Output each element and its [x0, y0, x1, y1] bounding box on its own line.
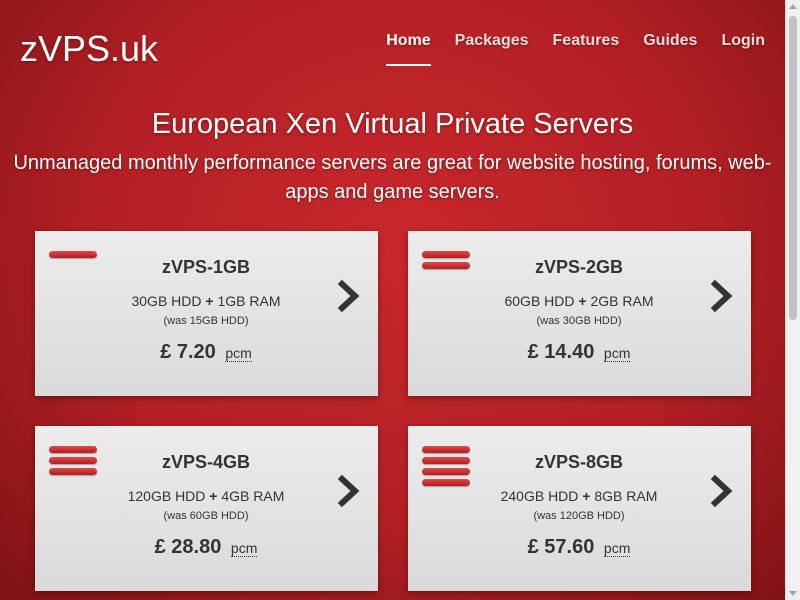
tier-bar [422, 251, 470, 258]
plan-price-value: £ 28.80 [154, 536, 222, 558]
plan-ram: 8GB RAM [594, 488, 658, 504]
plan-hdd: 60GB HDD [504, 293, 575, 309]
plan-hdd: 30GB HDD [131, 293, 202, 309]
plan-name: zVPS-4GB [161, 452, 251, 472]
plan-was-note: (was 120GB HDD) [533, 510, 625, 522]
tier-bar [422, 468, 470, 475]
plan-period: pcm [230, 540, 258, 557]
tier-bar [422, 457, 470, 464]
tier-bar [422, 479, 470, 486]
hero: European Xen Virtual Private Servers Unm… [0, 108, 785, 207]
plan-hdd: 240GB HDD [500, 488, 579, 504]
tier-bar [49, 457, 97, 464]
plan-price: £ 28.80 pcm [105, 536, 307, 559]
chevron-right-icon[interactable] [709, 474, 735, 508]
plan-specs: 120GB HDD + 4GB RAM [105, 488, 307, 504]
tier-bar [49, 468, 97, 475]
plan-ram: 1GB RAM [217, 293, 281, 309]
tier-bars-icon [49, 446, 97, 479]
vertical-scrollbar[interactable] [785, 0, 800, 600]
plan-was-note: (was 15GB HDD) [163, 315, 249, 327]
plan-price-value: £ 7.20 [160, 341, 216, 363]
plan-details: zVPS-2GB 60GB HDD + 2GB RAM (was 30GB HD… [478, 257, 680, 364]
plan-price-value: £ 57.60 [527, 536, 595, 558]
plan-name: zVPS-2GB [534, 257, 624, 277]
hero-subtitle: Unmanaged monthly performance servers ar… [13, 152, 772, 203]
chevron-right-icon[interactable] [336, 279, 362, 313]
scroll-up-icon[interactable] [789, 4, 797, 9]
tier-bar [422, 262, 470, 269]
plan-card-1gb[interactable]: zVPS-1GB 30GB HDD + 1GB RAM (was 15GB HD… [35, 231, 378, 396]
plan-specs: 30GB HDD + 1GB RAM [105, 293, 307, 309]
plan-price-value: £ 14.40 [527, 341, 595, 363]
plan-plus: + [582, 488, 591, 504]
plan-card-8gb[interactable]: zVPS-8GB 240GB HDD + 8GB RAM (was 120GB … [408, 426, 751, 591]
hero-title: European Xen Virtual Private Servers [151, 108, 634, 140]
site-header: zVPS.uk Home Packages Features Guides Lo… [0, 0, 785, 90]
scrollbar-thumb[interactable] [789, 16, 797, 320]
plan-name: zVPS-8GB [534, 452, 624, 472]
main-nav: Home Packages Features Guides Login [362, 32, 765, 66]
chevron-right-icon[interactable] [336, 474, 362, 508]
plan-details: zVPS-4GB 120GB HDD + 4GB RAM (was 60GB H… [105, 452, 307, 559]
nav-item-home[interactable]: Home [386, 32, 431, 66]
chevron-right-icon[interactable] [709, 279, 735, 313]
tier-bar [422, 446, 470, 453]
tier-bars-icon [422, 251, 470, 273]
tier-bars-icon [49, 251, 97, 262]
site-logo[interactable]: zVPS.uk [20, 28, 158, 70]
plan-plus: + [578, 293, 587, 309]
nav-item-features[interactable]: Features [553, 32, 620, 66]
plan-plus: + [209, 488, 218, 504]
nav-item-login[interactable]: Login [721, 32, 765, 66]
nav-item-packages[interactable]: Packages [455, 32, 529, 66]
plan-card-4gb[interactable]: zVPS-4GB 120GB HDD + 4GB RAM (was 60GB H… [35, 426, 378, 591]
plan-period: pcm [603, 345, 631, 362]
plan-price: £ 14.40 pcm [478, 341, 680, 364]
plan-details: zVPS-1GB 30GB HDD + 1GB RAM (was 15GB HD… [105, 257, 307, 364]
plan-price: £ 57.60 pcm [478, 536, 680, 559]
plan-card-2gb[interactable]: zVPS-2GB 60GB HDD + 2GB RAM (was 30GB HD… [408, 231, 751, 396]
plan-period: pcm [225, 345, 252, 362]
plan-specs: 240GB HDD + 8GB RAM [478, 488, 680, 504]
plan-name: zVPS-1GB [161, 257, 251, 277]
plan-was-note: (was 60GB HDD) [163, 510, 249, 522]
tier-bars-icon [422, 446, 470, 490]
plan-was-note: (was 30GB HDD) [536, 315, 622, 327]
plan-ram: 4GB RAM [221, 488, 285, 504]
plan-ram: 2GB RAM [590, 293, 654, 309]
nav-item-guides[interactable]: Guides [643, 32, 697, 66]
scroll-down-icon[interactable] [789, 591, 797, 596]
plan-specs: 60GB HDD + 2GB RAM [478, 293, 680, 309]
plan-price: £ 7.20 pcm [105, 341, 307, 364]
plan-hdd: 120GB HDD [127, 488, 206, 504]
tier-bar [49, 446, 97, 453]
plan-plus: + [205, 293, 214, 309]
tier-bar [49, 251, 97, 258]
plan-details: zVPS-8GB 240GB HDD + 8GB RAM (was 120GB … [478, 452, 680, 559]
plan-period: pcm [603, 540, 631, 557]
